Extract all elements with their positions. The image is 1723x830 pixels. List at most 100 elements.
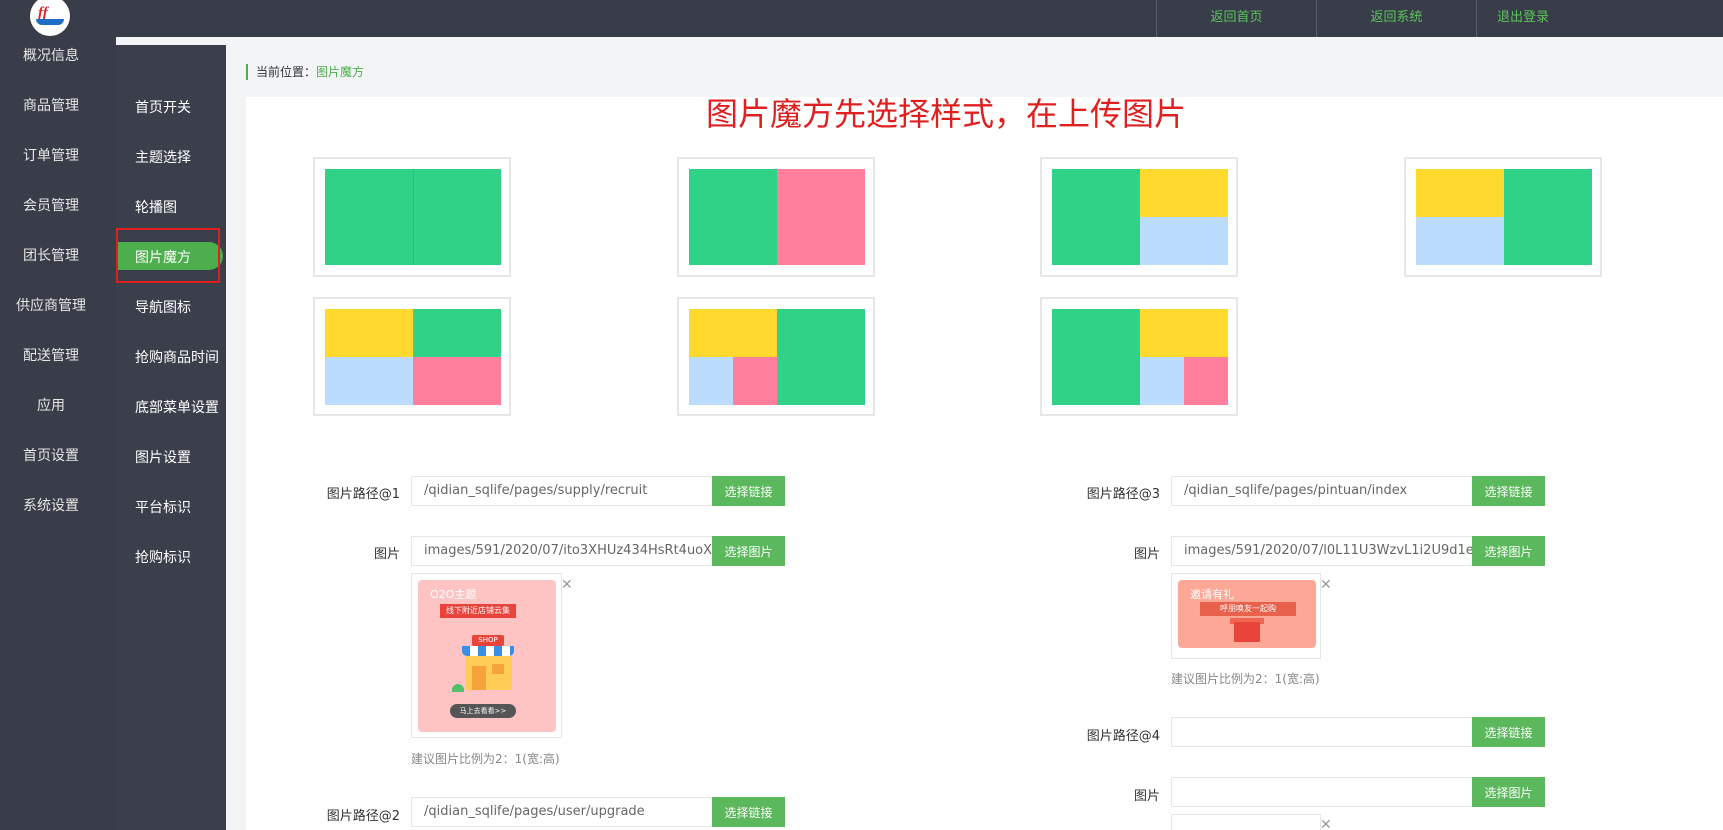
image-label-4: 图片 bbox=[1133, 789, 1160, 804]
layout-block bbox=[689, 309, 777, 357]
image-input-1[interactable]: images/591/2020/07/ito3XHUz434HsRt4uoXuH bbox=[411, 536, 713, 566]
sidebar-item-carousel[interactable]: 轮播图 bbox=[135, 197, 177, 217]
thumb-tag: 呼朋唤友一起购 bbox=[1200, 602, 1296, 616]
breadcrumb-current: 图片魔方 bbox=[316, 65, 365, 79]
window-shape bbox=[492, 664, 504, 674]
layout-block bbox=[689, 357, 733, 405]
sidebar-item-members[interactable]: 会员管理 bbox=[0, 195, 102, 215]
thumbnail-o2o: O2O主题 线下附近店铺云集 SHOP 马上去看看>> bbox=[418, 580, 556, 732]
sidebar-item-home-switch[interactable]: 首页开关 bbox=[135, 97, 191, 117]
remove-image-icon[interactable]: ✕ bbox=[561, 578, 573, 592]
select-link-button-2[interactable]: 选择链接 bbox=[712, 797, 785, 827]
remove-image-icon[interactable]: ✕ bbox=[1320, 818, 1332, 830]
sidebar-item-flash-mark[interactable]: 抢购标识 bbox=[135, 547, 191, 567]
sidebar-item-apps[interactable]: 应用 bbox=[0, 395, 102, 415]
style-option-6[interactable] bbox=[677, 297, 875, 416]
layout-block bbox=[1416, 169, 1504, 217]
sidebar-item-delivery[interactable]: 配送管理 bbox=[0, 345, 102, 365]
layout-block bbox=[777, 309, 865, 405]
layout-block bbox=[413, 169, 501, 265]
thumb-title: 邀请有礼 bbox=[1190, 588, 1234, 601]
sidebar-item-flash-time[interactable]: 抢购商品时间 bbox=[135, 347, 219, 367]
layout-block bbox=[1504, 169, 1592, 265]
image-input-4[interactable] bbox=[1171, 777, 1473, 807]
image-input-3[interactable]: images/591/2020/07/l0L11U3WzvL1i2U9d1eiu… bbox=[1171, 536, 1473, 566]
image-label-1: 图片 bbox=[373, 547, 400, 562]
layout-block bbox=[413, 357, 501, 405]
door-shape bbox=[472, 666, 486, 690]
path-label-2: 图片路径@2 bbox=[326, 809, 400, 824]
path-input-1[interactable]: /qidian_sqlife/pages/supply/recruit bbox=[411, 476, 713, 506]
layout-block bbox=[1184, 357, 1228, 405]
logo-icon: ff bbox=[36, 5, 64, 27]
sidebar-item-overview[interactable]: 概况信息 bbox=[0, 45, 102, 65]
logo: ff bbox=[30, 0, 70, 36]
layout-block bbox=[1052, 309, 1140, 405]
sidebar-item-bottom-menu[interactable]: 底部菜单设置 bbox=[135, 397, 219, 417]
sidebar-gap bbox=[116, 37, 226, 45]
style-option-4[interactable] bbox=[1404, 157, 1602, 277]
path-label-4: 图片路径@4 bbox=[1086, 729, 1160, 744]
ratio-hint-3: 建议图片比例为2：1(宽:高) bbox=[1171, 672, 1320, 686]
image-preview-4 bbox=[1171, 814, 1321, 830]
breadcrumb-prefix: 当前位置： bbox=[256, 65, 317, 79]
style-option-3[interactable] bbox=[1040, 157, 1238, 277]
sidebar-item-products[interactable]: 商品管理 bbox=[0, 95, 102, 115]
style-option-1[interactable] bbox=[313, 157, 511, 277]
thumb-button: 马上去看看>> bbox=[450, 704, 516, 718]
sidebar-item-suppliers[interactable]: 供应商管理 bbox=[0, 295, 102, 315]
layout-block bbox=[325, 357, 413, 405]
style-option-7[interactable] bbox=[1040, 297, 1238, 416]
sidebar-item-platform-mark[interactable]: 平台标识 bbox=[135, 497, 191, 517]
layout-block bbox=[413, 309, 501, 357]
highlight-box bbox=[116, 228, 220, 283]
style-option-2[interactable] bbox=[677, 157, 875, 277]
sidebar-item-leaders[interactable]: 团长管理 bbox=[0, 245, 102, 265]
path-input-3[interactable]: /qidian_sqlife/pages/pintuan/index bbox=[1171, 476, 1473, 506]
top-nav: 返回首页 返回系统 退出登录 bbox=[1156, 0, 1723, 37]
image-label-3: 图片 bbox=[1133, 547, 1160, 562]
layout-block bbox=[733, 357, 777, 405]
primary-sidebar: 概况信息 商品管理 订单管理 会员管理 团长管理 供应商管理 配送管理 应用 首… bbox=[0, 37, 116, 830]
layout-block bbox=[1140, 169, 1228, 217]
layout-block bbox=[325, 169, 413, 265]
select-image-button-3[interactable]: 选择图片 bbox=[1472, 536, 1545, 566]
path-label-1: 图片路径@1 bbox=[326, 487, 400, 502]
ratio-hint-1: 建议图片比例为2：1(宽:高) bbox=[411, 752, 560, 766]
sidebar-item-nav-icons[interactable]: 导航图标 bbox=[135, 297, 191, 317]
select-image-button-1[interactable]: 选择图片 bbox=[712, 536, 785, 566]
sidebar-item-home-settings[interactable]: 首页设置 bbox=[0, 445, 102, 465]
select-link-button-1[interactable]: 选择链接 bbox=[712, 476, 785, 506]
sidebar-item-image-settings[interactable]: 图片设置 bbox=[135, 447, 191, 467]
top-bar: ff 返回首页 返回系统 退出登录 bbox=[0, 0, 1723, 37]
layout-block bbox=[1052, 169, 1140, 265]
sidebar-item-system-settings[interactable]: 系统设置 bbox=[0, 495, 102, 515]
back-home-link[interactable]: 返回首页 bbox=[1156, 0, 1316, 37]
select-image-button-4[interactable]: 选择图片 bbox=[1472, 777, 1545, 807]
style-option-5[interactable] bbox=[313, 297, 511, 416]
layout-block bbox=[1140, 217, 1228, 265]
layout-block bbox=[689, 169, 777, 265]
select-link-button-4[interactable]: 选择链接 bbox=[1472, 717, 1545, 747]
logout-link[interactable]: 退出登录 bbox=[1476, 0, 1723, 37]
layout-block bbox=[777, 169, 865, 265]
sidebar-item-theme[interactable]: 主题选择 bbox=[135, 147, 191, 167]
image-preview-3: 邀请有礼 呼朋唤友一起购 bbox=[1171, 573, 1321, 659]
layout-block bbox=[1140, 357, 1184, 405]
thumbnail-invite: 邀请有礼 呼朋唤友一起购 bbox=[1178, 580, 1316, 648]
annotation-text: 图片魔方先选择样式，在上传图片 bbox=[706, 95, 1187, 133]
path-input-4[interactable] bbox=[1171, 717, 1473, 747]
select-link-button-3[interactable]: 选择链接 bbox=[1472, 476, 1545, 506]
sidebar-item-orders[interactable]: 订单管理 bbox=[0, 145, 102, 165]
image-preview-1: O2O主题 线下附近店铺云集 SHOP 马上去看看>> bbox=[411, 573, 562, 738]
path-input-2[interactable]: /qidian_sqlife/pages/user/upgrade bbox=[411, 797, 713, 827]
gift-icon bbox=[1234, 622, 1260, 642]
back-system-link[interactable]: 返回系统 bbox=[1316, 0, 1476, 37]
secondary-sidebar: 首页开关 主题选择 轮播图 图片魔方 导航图标 抢购商品时间 底部菜单设置 图片… bbox=[116, 37, 226, 830]
breadcrumb: 当前位置：图片魔方 bbox=[246, 64, 364, 80]
layout-block bbox=[1140, 309, 1228, 357]
shop-awning bbox=[462, 646, 514, 656]
layout-block bbox=[1416, 217, 1504, 265]
remove-image-icon[interactable]: ✕ bbox=[1320, 578, 1332, 592]
shop-sign: SHOP bbox=[472, 635, 504, 646]
